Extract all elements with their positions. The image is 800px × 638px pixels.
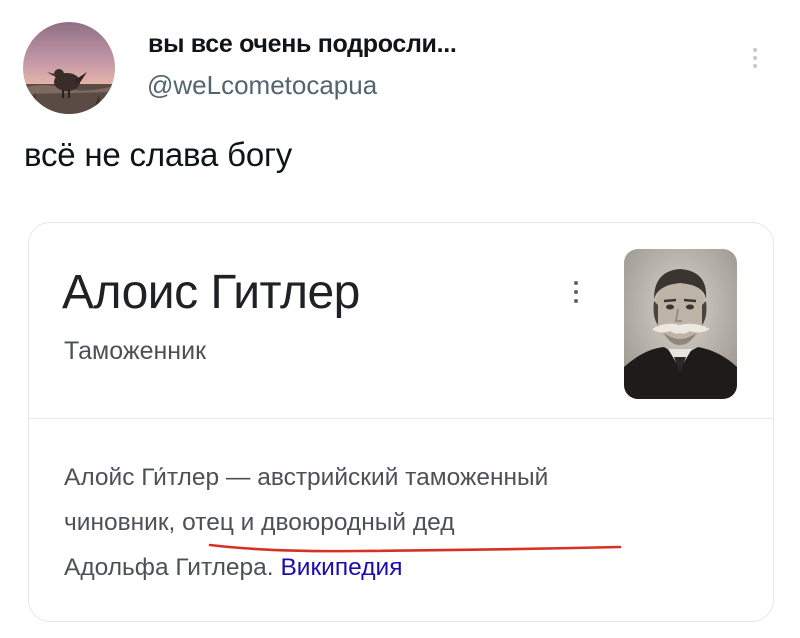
red-underline-annotation [208,543,622,553]
panel-more-icon[interactable] [565,275,587,309]
wikipedia-link[interactable]: Википедия [280,554,402,581]
author-handle[interactable]: @weLcometocapua [147,70,377,101]
description-line-text: Адольфа Гитлера. [64,554,274,581]
more-vertical-icon[interactable] [741,40,769,76]
panel-divider [29,418,773,419]
bird-on-beach-avatar-icon [23,22,115,114]
author-avatar[interactable] [23,22,115,114]
vintage-portrait-icon [624,249,737,399]
panel-title: Алоис Гитлер [62,266,360,319]
tweet-text: всё не слава богу [24,136,293,173]
tweet-header: вы все очень подросли... @weLcometocapua [23,22,783,114]
knowledge-panel-card[interactable]: Алоис Гитлер Таможенник Алойс Ги́тлер — … [28,222,774,622]
portrait-photo[interactable] [624,249,737,399]
panel-description: Алойс Ги́тлер — австрийский таможенный ч… [64,455,744,590]
panel-subtitle: Таможенник [64,337,207,365]
author-display-name[interactable]: вы все очень подросли... [148,30,457,59]
description-line: Алойс Ги́тлер — австрийский таможенный [64,464,549,491]
